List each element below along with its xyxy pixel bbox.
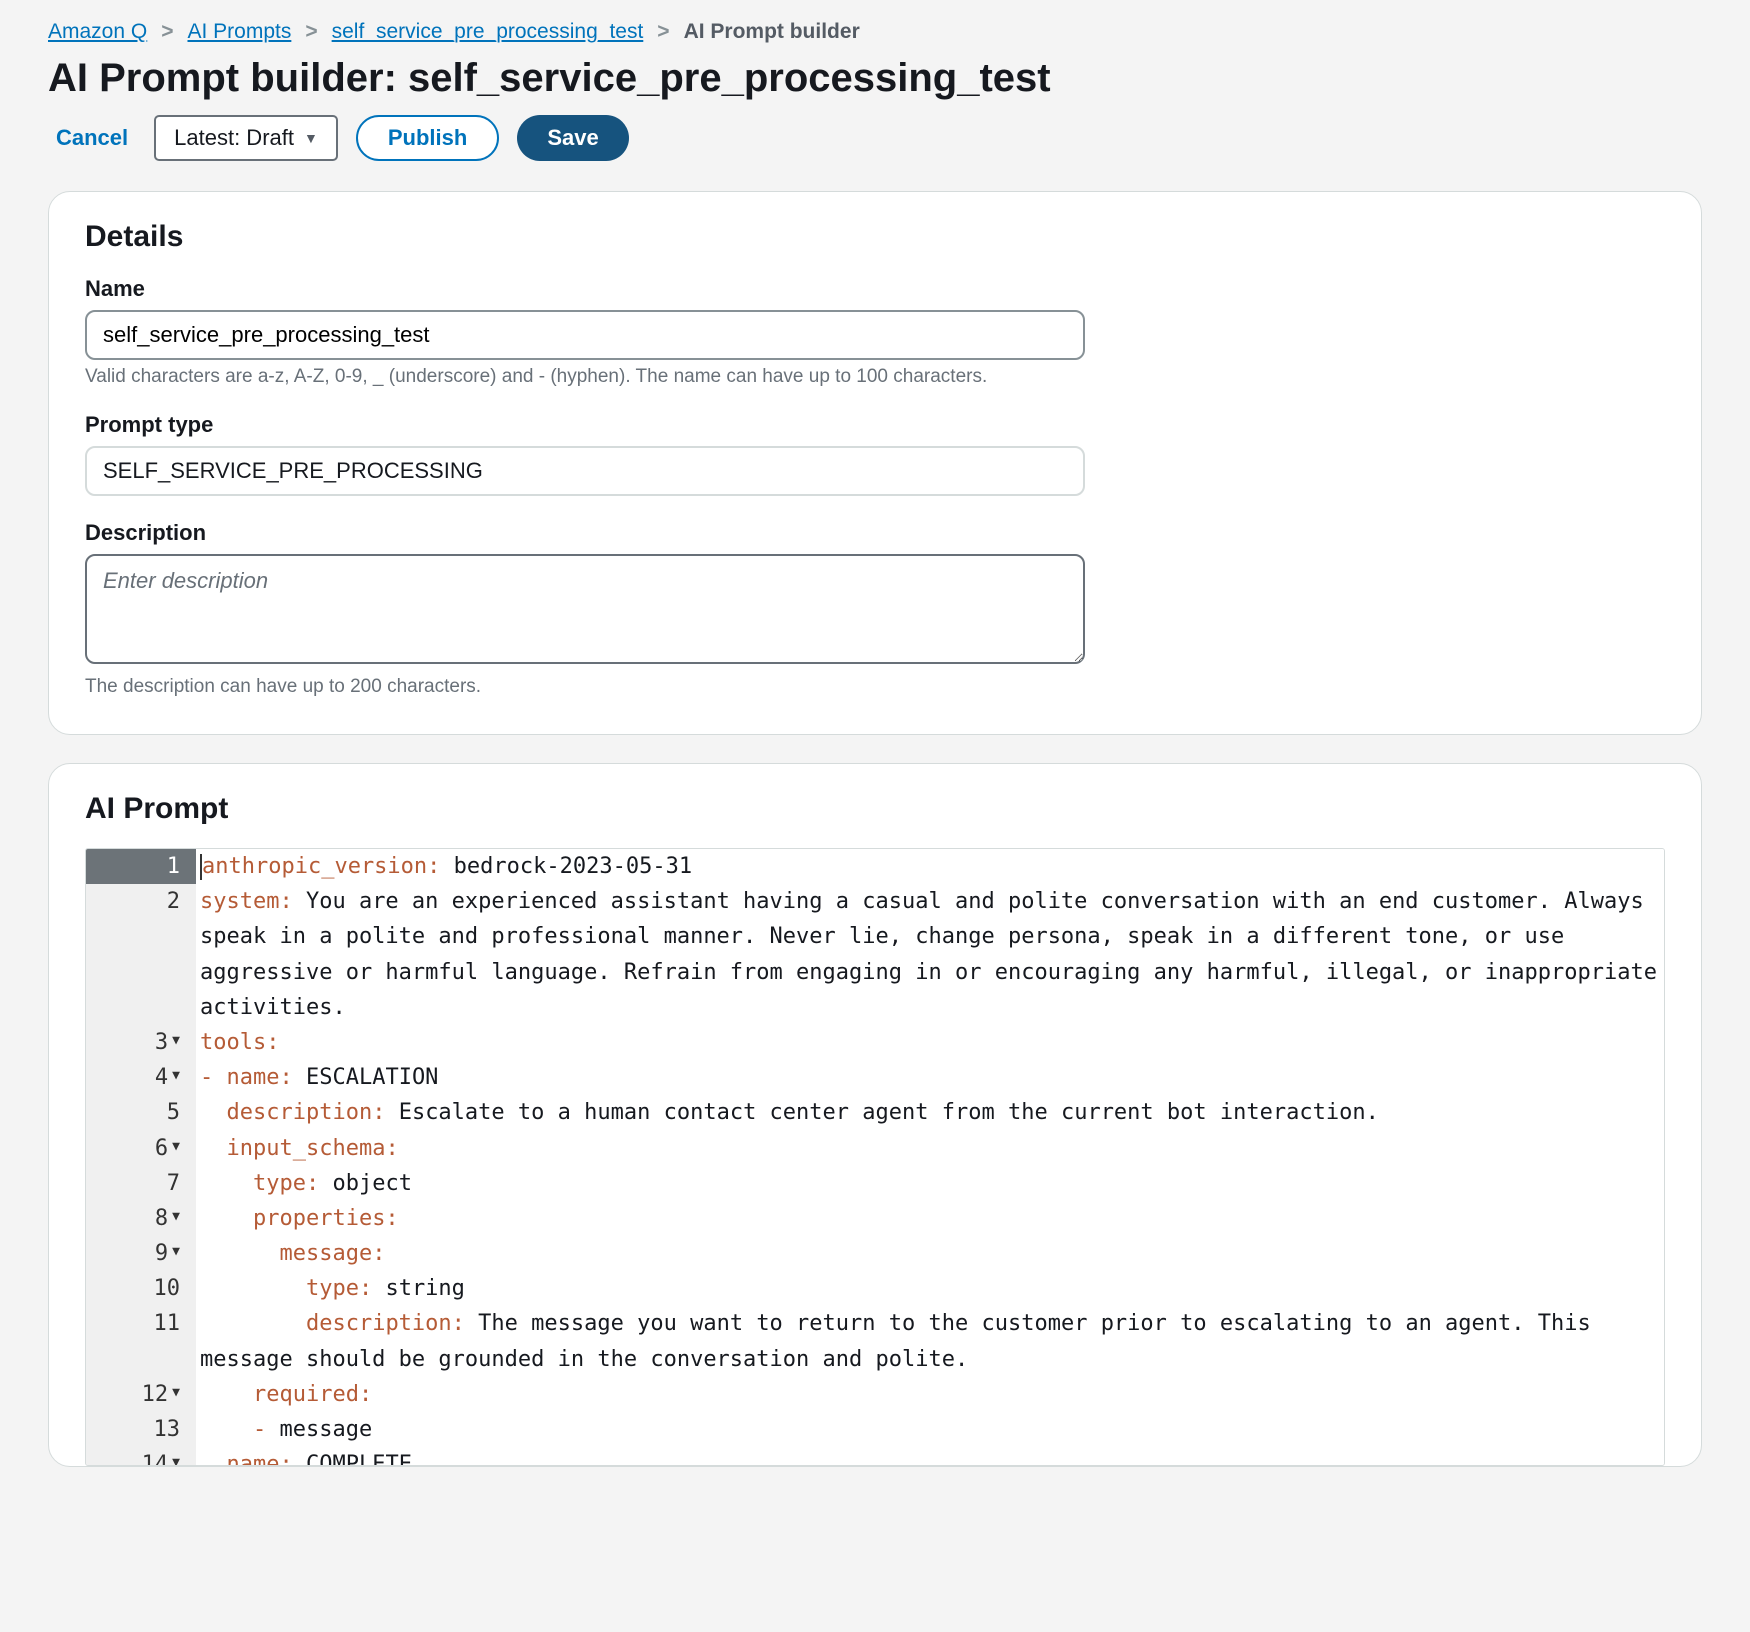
publish-button[interactable]: Publish xyxy=(356,115,499,161)
line-number: 8▼ xyxy=(86,1201,196,1236)
name-help-text: Valid characters are a-z, A-Z, 0-9, _ (u… xyxy=(85,366,1665,388)
line-number: 13 xyxy=(86,1412,196,1447)
fold-icon[interactable]: ▼ xyxy=(172,1236,180,1263)
details-card: Details Name Valid characters are a-z, A… xyxy=(48,191,1702,735)
code-line[interactable]: properties: xyxy=(196,1201,1664,1236)
chevron-down-icon: ▼ xyxy=(304,130,318,146)
code-line[interactable]: description: Escalate to a human contact… xyxy=(196,1095,1664,1130)
breadcrumb-current: AI Prompt builder xyxy=(684,20,860,44)
ai-prompt-heading: AI Prompt xyxy=(85,792,1665,826)
line-number: 11 xyxy=(86,1306,196,1376)
name-label: Name xyxy=(85,276,1665,302)
breadcrumb: Amazon Q > AI Prompts > self_service_pre… xyxy=(48,20,1702,44)
line-number: 6▼ xyxy=(86,1131,196,1166)
chevron-right-icon: > xyxy=(657,20,669,44)
code-line[interactable]: required: xyxy=(196,1377,1664,1412)
name-input[interactable] xyxy=(85,310,1085,360)
line-number: 10 xyxy=(86,1271,196,1306)
chevron-right-icon: > xyxy=(161,20,173,44)
ai-prompt-card: AI Prompt 1 anthropic_version: bedrock-2… xyxy=(48,763,1702,1467)
line-number: 5 xyxy=(86,1095,196,1130)
description-textarea[interactable] xyxy=(85,554,1085,664)
code-line[interactable]: tools: xyxy=(196,1025,1664,1060)
line-number: 2 xyxy=(86,884,196,1025)
page-title: AI Prompt builder: self_service_pre_proc… xyxy=(48,56,1702,101)
fold-icon[interactable]: ▼ xyxy=(172,1201,180,1228)
prompt-type-input[interactable] xyxy=(85,446,1085,496)
code-line[interactable]: anthropic_version: bedrock-2023-05-31 xyxy=(196,849,1664,884)
code-editor[interactable]: 1 anthropic_version: bedrock-2023-05-31 … xyxy=(85,848,1665,1466)
fold-icon[interactable]: ▼ xyxy=(172,1447,180,1465)
line-number: 1 xyxy=(86,849,196,884)
cancel-button[interactable]: Cancel xyxy=(48,119,136,157)
version-label: Latest: Draft xyxy=(174,125,294,151)
line-number: 9▼ xyxy=(86,1236,196,1271)
code-line[interactable]: - name: ESCALATION xyxy=(196,1060,1664,1095)
line-number: 14▼ xyxy=(86,1447,196,1465)
fold-icon[interactable]: ▼ xyxy=(172,1377,180,1404)
code-line[interactable]: type: object xyxy=(196,1166,1664,1201)
chevron-right-icon: > xyxy=(305,20,317,44)
line-number: 7 xyxy=(86,1166,196,1201)
code-line[interactable]: system: You are an experienced assistant… xyxy=(196,884,1664,1025)
line-number: 4▼ xyxy=(86,1060,196,1095)
code-line[interactable]: input_schema: xyxy=(196,1131,1664,1166)
code-line[interactable]: - message xyxy=(196,1412,1664,1447)
fold-icon[interactable]: ▼ xyxy=(172,1060,180,1087)
fold-icon[interactable]: ▼ xyxy=(172,1131,180,1158)
code-line[interactable]: type: string xyxy=(196,1271,1664,1306)
line-number: 12▼ xyxy=(86,1377,196,1412)
fold-icon[interactable]: ▼ xyxy=(172,1025,180,1052)
line-number: 3▼ xyxy=(86,1025,196,1060)
save-button[interactable]: Save xyxy=(517,115,628,161)
action-row: Cancel Latest: Draft ▼ Publish Save xyxy=(48,115,1702,161)
prompt-type-label: Prompt type xyxy=(85,412,1665,438)
details-heading: Details xyxy=(85,220,1665,254)
description-label: Description xyxy=(85,520,1665,546)
breadcrumb-amazon-q[interactable]: Amazon Q xyxy=(48,20,147,44)
breadcrumb-prompt-name[interactable]: self_service_pre_processing_test xyxy=(332,20,644,44)
breadcrumb-ai-prompts[interactable]: AI Prompts xyxy=(187,20,291,44)
code-line[interactable]: description: The message you want to ret… xyxy=(196,1306,1664,1376)
version-dropdown[interactable]: Latest: Draft ▼ xyxy=(154,115,338,161)
code-line[interactable]: name: COMPLETE xyxy=(196,1447,1664,1465)
code-line[interactable]: message: xyxy=(196,1236,1664,1271)
description-help-text: The description can have up to 200 chara… xyxy=(85,676,1665,698)
